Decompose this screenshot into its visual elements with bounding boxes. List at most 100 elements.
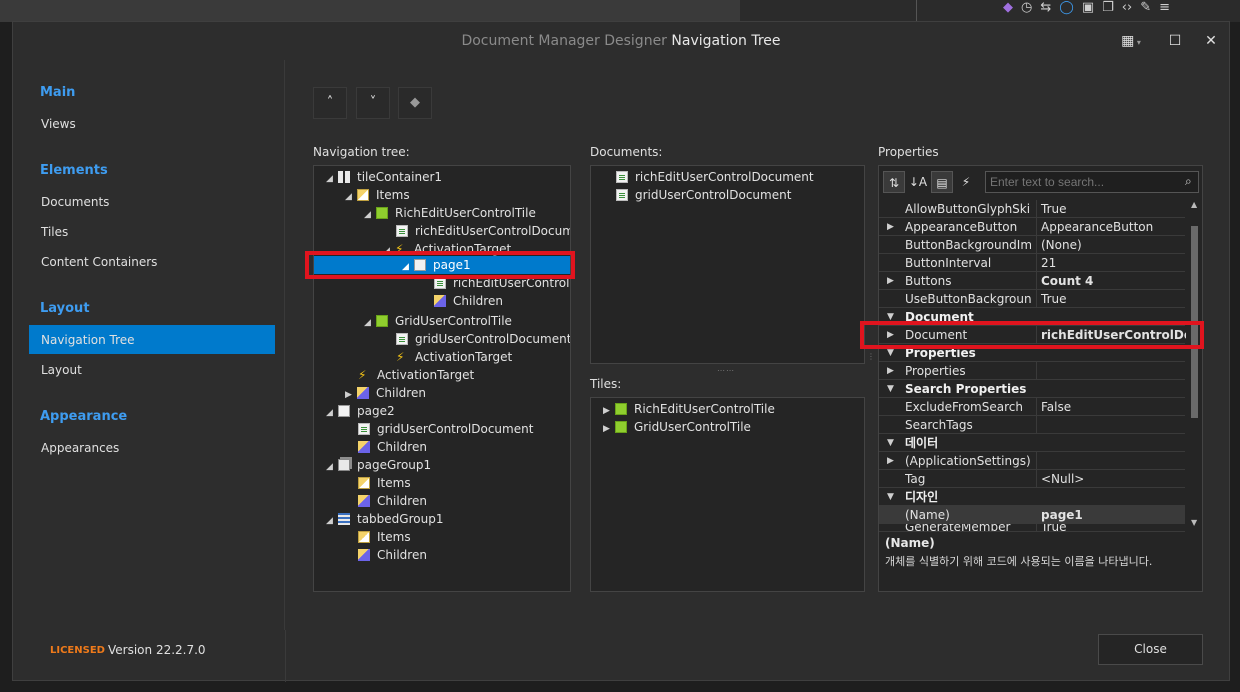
tree-node-richedit-document[interactable]: richEditUserControlDocumen xyxy=(396,222,570,240)
wrench-icon[interactable]: ✎ xyxy=(1140,0,1151,18)
tree-node-grid-tile[interactable]: ◢ GridUserControlTile xyxy=(364,312,512,330)
close-button[interactable]: Close xyxy=(1098,634,1203,665)
ide-background-toolbar: ◆ ◷ ⇆ ◯ ▣ ❐ ‹› ✎ ≡ xyxy=(0,0,1240,22)
property-row[interactable]: ExcludeFromSearch False xyxy=(879,398,1185,416)
property-row-name[interactable]: (Name) page1 xyxy=(879,506,1185,524)
tile-item[interactable]: ▶ GridUserControlTile xyxy=(603,418,751,436)
tree-node-activation-target-root[interactable]: ⚡ ActivationTarget xyxy=(358,366,474,384)
property-row[interactable]: ▶ Buttons Count 4 xyxy=(879,272,1185,290)
document-icon xyxy=(616,189,628,201)
maximize-icon[interactable]: ☐ xyxy=(1163,30,1187,52)
document-manager-designer-dialog: Document Manager Designer Navigation Tre… xyxy=(12,21,1230,682)
scroll-down-icon[interactable]: ▼ xyxy=(1191,518,1197,527)
tree-node-children-pagegroup[interactable]: Children xyxy=(358,492,427,510)
page-icon xyxy=(338,405,350,417)
tree-node-grid-document[interactable]: gridUserControlDocument xyxy=(396,330,570,348)
events-icon[interactable]: ⚡ xyxy=(955,171,977,193)
move-up-button[interactable]: ˄ xyxy=(313,87,347,119)
property-row[interactable]: ▶ Properties xyxy=(879,362,1185,380)
tile-item[interactable]: ▶ RichEditUserControlTile xyxy=(603,400,775,418)
property-row[interactable]: ButtonInterval 21 xyxy=(879,254,1185,272)
search-icon: ⌕ xyxy=(1185,174,1192,188)
plugin-icon[interactable]: ◆ xyxy=(1003,0,1013,18)
categorized-icon[interactable]: ⇅ xyxy=(883,171,905,193)
move-down-button[interactable]: ˅ xyxy=(356,87,390,119)
licensed-badge: LICENSED xyxy=(50,645,105,656)
tree-node-children-page2[interactable]: Children xyxy=(358,438,427,456)
tree-node-grid-document-page2[interactable]: gridUserControlDocument xyxy=(358,420,533,438)
sidebar-item-navigation-tree[interactable]: Navigation Tree xyxy=(41,333,135,347)
code-icon[interactable]: ‹› xyxy=(1122,0,1132,18)
tile-icon xyxy=(376,207,388,219)
close-window-icon[interactable]: ✕ xyxy=(1199,30,1223,52)
sidebar-item-layout[interactable]: Layout xyxy=(41,363,82,377)
window-icon[interactable]: ▣ xyxy=(1082,0,1094,18)
children-icon xyxy=(357,387,369,399)
properties-view-icon[interactable]: ▤ xyxy=(931,171,953,193)
sidebar-item-appearances[interactable]: Appearances xyxy=(41,441,119,455)
tree-node-tabbedGroup1[interactable]: ◢ tabbedGroup1 xyxy=(326,510,443,528)
document-icon xyxy=(616,171,628,183)
splitter-grip-vertical[interactable]: ⋮ xyxy=(867,352,876,361)
property-description-text: 개체를 식별하기 위해 코드에 사용되는 이름을 나타냅니다. xyxy=(885,555,1153,568)
property-description-title: (Name) xyxy=(885,536,935,550)
sidebar-item-content-containers[interactable]: Content Containers xyxy=(41,255,157,269)
window-title: Document Manager Designer Navigation Tre… xyxy=(13,33,1229,49)
clear-button[interactable]: ◆ xyxy=(398,87,432,119)
property-row[interactable]: Tag <Null> xyxy=(879,470,1185,488)
tree-node-children[interactable]: Children xyxy=(434,292,503,310)
tiles-panel: ▶ RichEditUserControlTile ▶ GridUserContro… xyxy=(590,397,865,592)
children-icon xyxy=(358,441,370,453)
tile-container-icon xyxy=(338,171,350,183)
layout-menu-icon[interactable]: ▦ ▾ xyxy=(1119,30,1143,52)
format-icon[interactable]: ≡ xyxy=(1159,0,1170,18)
property-row[interactable]: ▶ AppearanceButton AppearanceButton xyxy=(879,218,1185,236)
tree-node-items[interactable]: ◢ Items xyxy=(345,186,410,204)
tree-node-children-tabbed[interactable]: Children xyxy=(358,546,427,564)
copy-icon[interactable]: ❐ xyxy=(1102,0,1114,18)
property-category[interactable]: ▼ Search Properties xyxy=(879,380,1185,398)
navigation-tree-label: Navigation tree: xyxy=(313,145,410,159)
sort-alphabetical-icon[interactable]: ↓A xyxy=(907,171,929,193)
eraser-icon: ◆ xyxy=(410,95,420,110)
sidebar-heading-layout: Layout xyxy=(40,301,90,316)
property-row[interactable]: SearchTags xyxy=(879,416,1185,434)
property-search-input[interactable] xyxy=(985,171,1199,193)
sidebar-item-views[interactable]: Views xyxy=(41,117,76,131)
property-row[interactable]: ButtonBackgroundImag(None) xyxy=(879,236,1185,254)
tree-node-tileContainer1[interactable]: ◢ tileContainer1 xyxy=(326,168,442,186)
document-icon xyxy=(396,333,408,345)
tree-node-items-pagegroup[interactable]: Items xyxy=(358,474,411,492)
history-icon[interactable]: ◷ xyxy=(1021,0,1032,18)
children-icon xyxy=(358,549,370,561)
chevron-down-icon: ˅ xyxy=(369,95,377,110)
scroll-up-icon[interactable]: ▲ xyxy=(1191,200,1197,209)
tree-node-pageGroup1[interactable]: ◢ pageGroup1 xyxy=(326,456,431,474)
property-category[interactable]: ▼ 디자인 xyxy=(879,488,1185,506)
tree-node-items-tabbed[interactable]: Items xyxy=(358,528,411,546)
activation-target-icon: ⚡ xyxy=(396,350,405,364)
property-row[interactable]: ▶ (ApplicationSettings) xyxy=(879,452,1185,470)
sidebar-item-documents[interactable]: Documents xyxy=(41,195,109,209)
footer-divider xyxy=(285,630,286,682)
document-item[interactable]: gridUserControlDocument xyxy=(616,186,791,204)
property-row[interactable]: GenerateMember True xyxy=(879,524,1185,532)
tree-node-activation-target-grid[interactable]: ⚡ ActivationTarget xyxy=(396,348,512,366)
ide-toolbar-icons: ◆ ◷ ⇆ ◯ ▣ ❐ ‹› ✎ ≡ xyxy=(1003,0,1170,18)
children-icon xyxy=(358,495,370,507)
splitter-grip[interactable]: ⋯⋯ xyxy=(717,366,735,375)
property-row[interactable]: UseButtonBackgroundI True xyxy=(879,290,1185,308)
tile-icon xyxy=(615,421,627,433)
sidebar-item-tiles[interactable]: Tiles xyxy=(41,225,68,239)
document-item[interactable]: richEditUserControlDocument xyxy=(616,168,814,186)
activation-target-icon: ⚡ xyxy=(358,368,367,382)
property-row[interactable]: AllowButtonGlyphSkinnTrue xyxy=(879,200,1185,218)
ide-tab-strip xyxy=(0,0,740,22)
tree-node-page2[interactable]: ◢ page2 xyxy=(326,402,395,420)
tree-node-richedit-tile[interactable]: ◢ RichEditUserControlTile xyxy=(364,204,536,222)
sidebar: Main Views Elements Documents Tiles Cont… xyxy=(13,60,285,630)
property-category[interactable]: ▼ 데이터 xyxy=(879,434,1185,452)
swap-icon[interactable]: ⇆ xyxy=(1040,0,1051,18)
tree-node-children-root[interactable]: ▶ Children xyxy=(345,384,426,402)
refresh-icon[interactable]: ◯ xyxy=(1059,0,1074,18)
